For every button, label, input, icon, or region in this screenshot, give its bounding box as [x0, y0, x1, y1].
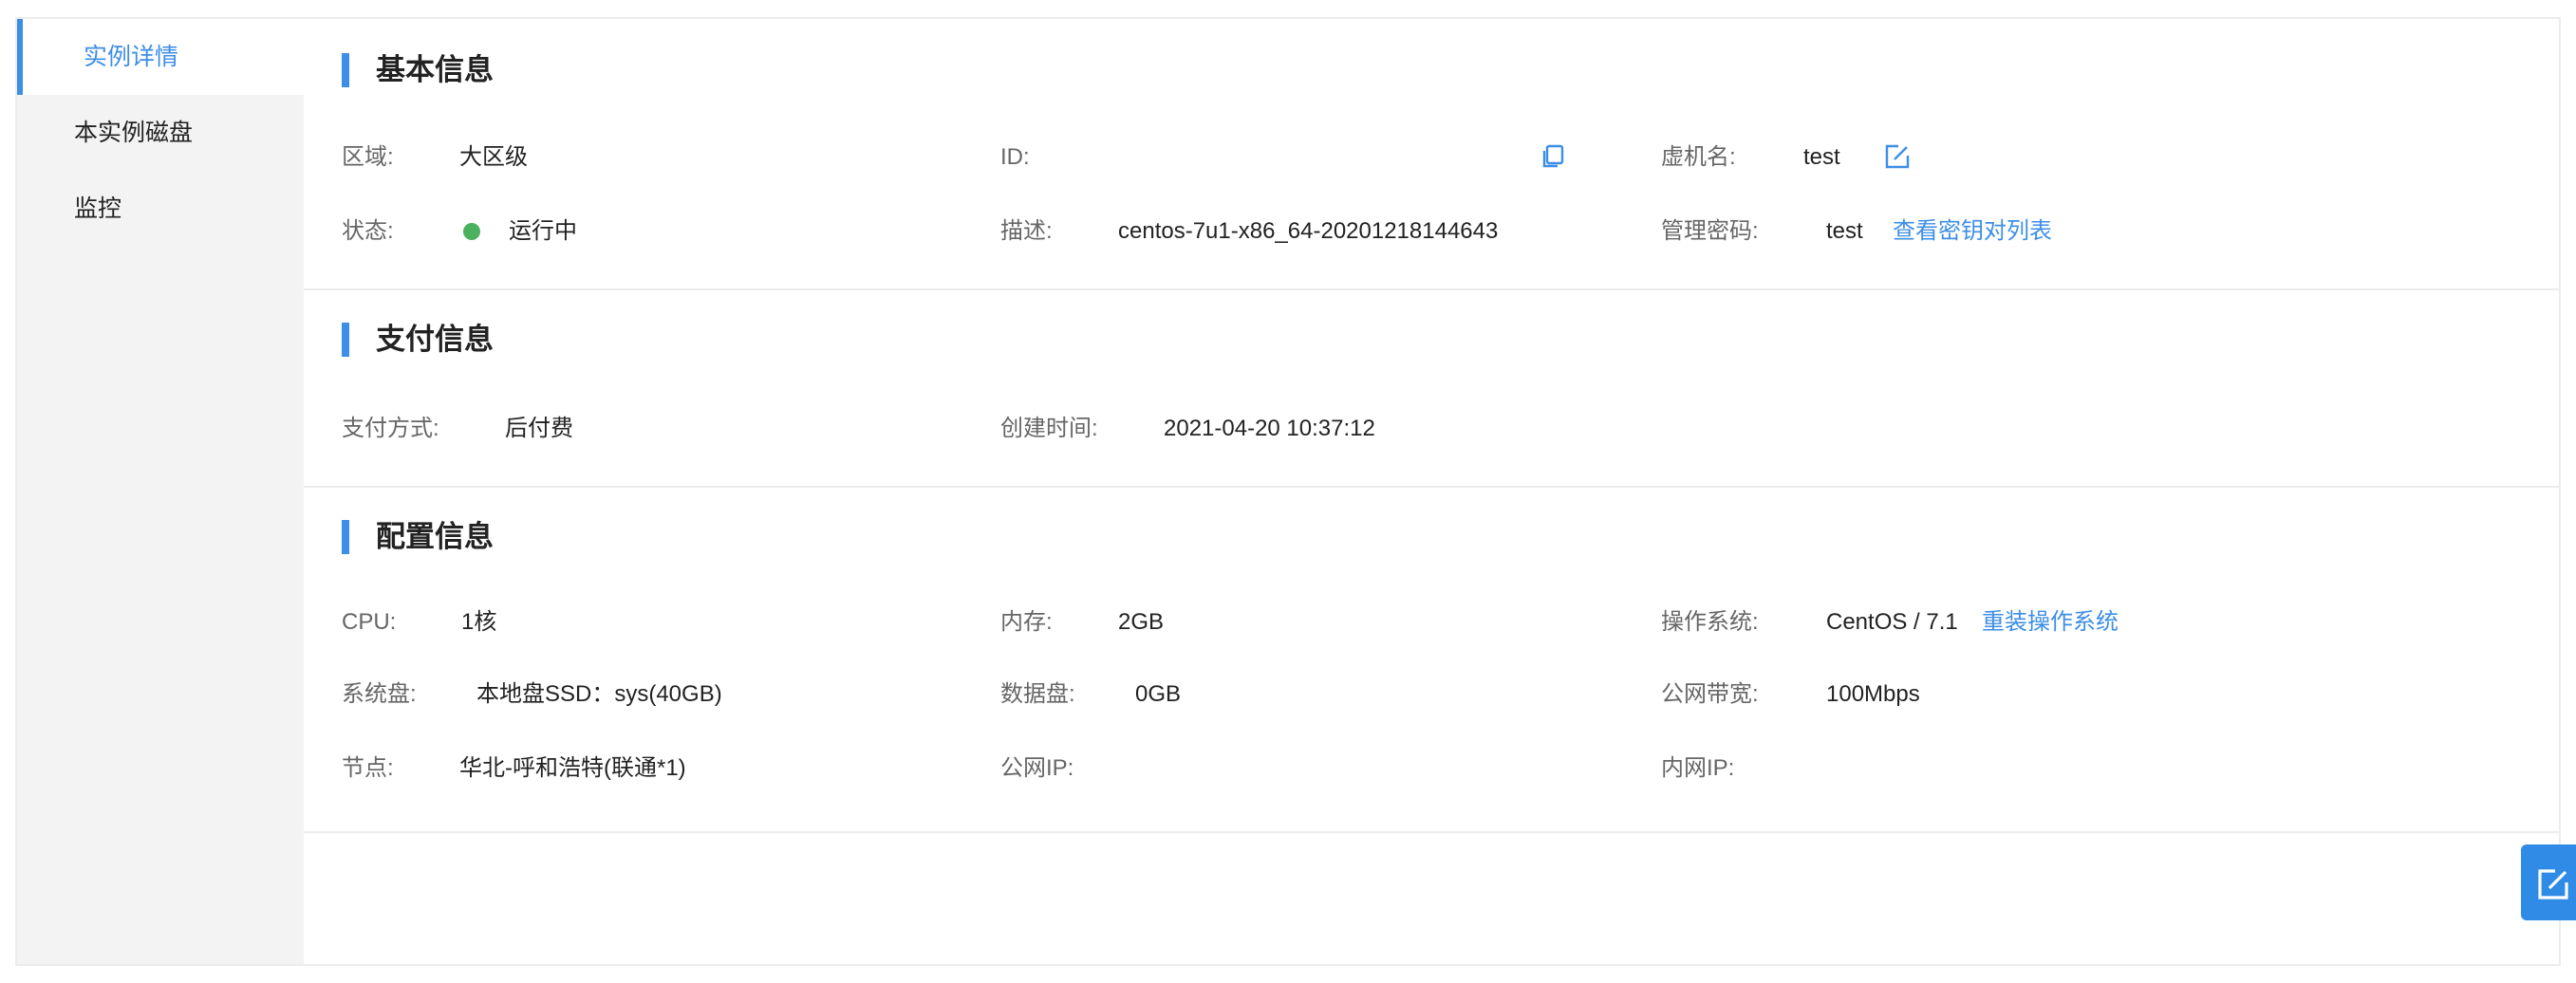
- node-label: 节点:: [342, 755, 394, 781]
- data-disk-value: 0GB: [1135, 681, 1182, 707]
- cpu-value: 1核: [461, 609, 497, 635]
- config-info-section: 配置信息 CPU: 1核 内存: 2GB 操作系统: CentOS / 7.1 …: [304, 488, 2561, 833]
- created-time-label: 创建时间:: [1000, 416, 1098, 441]
- edit-icon[interactable]: [1883, 142, 1912, 171]
- password-value: test: [1826, 218, 1863, 244]
- node-value: 华北-呼和浩特(联通*1): [459, 755, 686, 781]
- edit-icon: [2538, 869, 2568, 900]
- floating-edit-button[interactable]: [2521, 844, 2576, 920]
- id-label: ID:: [1000, 144, 1030, 170]
- sidebar-item-instance-detail[interactable]: 实例详情: [17, 19, 304, 95]
- status-running-dot: [463, 223, 480, 240]
- sidebar-item-monitoring[interactable]: 监控: [17, 171, 304, 247]
- sidebar-item-label: 本实例磁盘: [74, 120, 194, 146]
- memory-label: 内存:: [1000, 609, 1053, 635]
- password-label: 管理密码:: [1661, 218, 1759, 244]
- copy-icon[interactable]: [1540, 142, 1568, 171]
- status-label: 状态:: [342, 218, 394, 244]
- private-ip-label: 内网IP:: [1661, 755, 1735, 781]
- section-title: 配置信息: [342, 518, 494, 556]
- region-value: 大区级: [459, 144, 528, 170]
- memory-value: 2GB: [1118, 609, 1165, 635]
- os-label: 操作系统:: [1661, 609, 1759, 635]
- instance-detail-panel: 实例详情 本实例磁盘 监控 基本信息 区域: 大区级 ID: 虚机名: test…: [15, 17, 2561, 966]
- vm-name-label: 虚机名:: [1661, 144, 1736, 170]
- description-label: 描述:: [1000, 218, 1053, 244]
- sidebar-item-label: 实例详情: [84, 44, 179, 70]
- status-value: 运行中: [509, 218, 577, 244]
- section-title: 基本信息: [342, 51, 494, 89]
- payment-method-value: 后付费: [505, 416, 573, 441]
- created-time-value: 2021-04-20 10:37:12: [1164, 416, 1375, 441]
- system-disk-value: 本地盘SSD：sys(40GB): [476, 681, 722, 707]
- sidebar: 实例详情 本实例磁盘 监控: [17, 19, 304, 964]
- reinstall-os-link[interactable]: 重装操作系统: [1982, 605, 2119, 640]
- os-value: CentOS / 7.1: [1826, 609, 1958, 635]
- payment-info-section: 支付信息 支付方式: 后付费 创建时间: 2021-04-20 10:37:12: [304, 290, 2561, 488]
- region-label: 区域:: [342, 144, 394, 170]
- sidebar-item-instance-disks[interactable]: 本实例磁盘: [17, 95, 304, 171]
- main-content: 基本信息 区域: 大区级 ID: 虚机名: test 状态: 运行中 描述: c…: [304, 19, 2561, 964]
- data-disk-label: 数据盘:: [1000, 681, 1075, 707]
- bandwidth-value: 100Mbps: [1826, 681, 1920, 707]
- description-value: centos-7u1-x86_64-20201218144643: [1118, 218, 1499, 244]
- system-disk-label: 系统盘:: [342, 681, 417, 707]
- sidebar-item-label: 监控: [74, 195, 122, 222]
- section-title: 支付信息: [342, 321, 494, 359]
- payment-method-label: 支付方式:: [342, 416, 439, 441]
- view-keypair-list-link[interactable]: 查看密钥对列表: [1893, 214, 2052, 249]
- basic-info-section: 基本信息 区域: 大区级 ID: 虚机名: test 状态: 运行中 描述: c…: [304, 19, 2561, 290]
- vm-name-value: test: [1803, 144, 1840, 170]
- public-ip-label: 公网IP:: [1000, 755, 1074, 781]
- bandwidth-label: 公网带宽:: [1661, 681, 1759, 707]
- cpu-label: CPU:: [342, 609, 397, 635]
